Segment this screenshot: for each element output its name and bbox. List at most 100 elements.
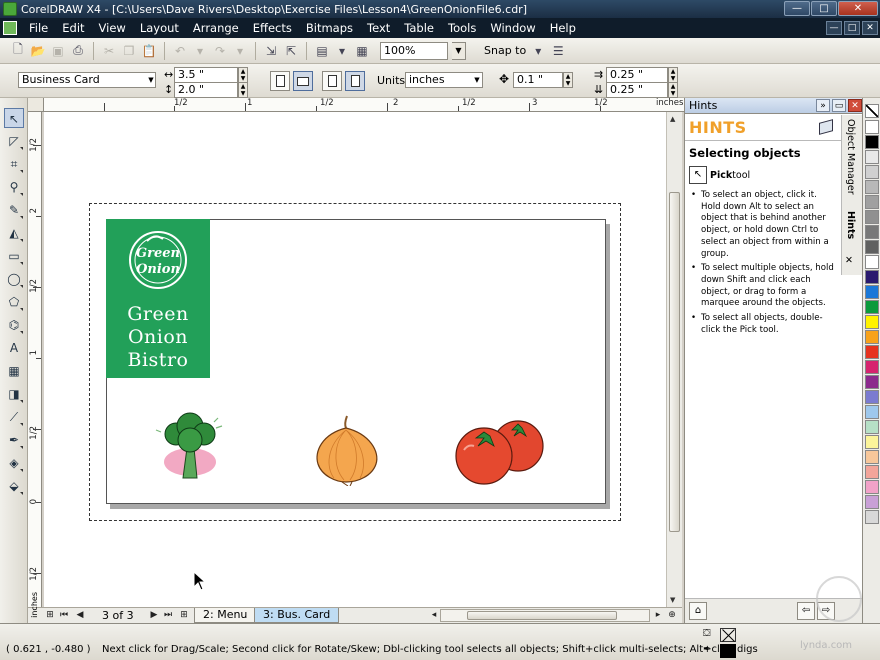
menu-view[interactable]: View xyxy=(93,21,134,35)
shape-tool-icon[interactable]: ◸ xyxy=(4,131,24,151)
open-folder-icon[interactable]: 📂 xyxy=(30,43,46,59)
basic-shapes-tool-icon[interactable]: ⌬ xyxy=(4,315,24,335)
paper-type-select[interactable]: Business Card xyxy=(18,72,156,88)
menu-text[interactable]: Text xyxy=(361,21,398,35)
menu-edit[interactable]: Edit xyxy=(56,21,92,35)
dup-x-spinner-icon[interactable]: ▲ ▼ xyxy=(668,67,678,83)
cut-icon[interactable]: ✂ xyxy=(101,43,117,59)
palette-swatch[interactable] xyxy=(865,300,879,314)
duplicate-x-field[interactable]: 0.25 " xyxy=(606,67,668,83)
menu-layout[interactable]: Layout xyxy=(134,21,187,35)
menu-bitmaps[interactable]: Bitmaps xyxy=(300,21,361,35)
height-spinner-icon[interactable]: ▲ ▼ xyxy=(238,82,248,98)
smart-fill-tool-icon[interactable]: ◭ xyxy=(4,223,24,243)
import-icon[interactable]: ⇲ xyxy=(263,43,279,59)
new-document-icon[interactable]: 🗋 xyxy=(10,42,26,59)
menu-file[interactable]: File xyxy=(23,21,56,35)
scroll-right-icon[interactable]: ▸ xyxy=(652,609,664,622)
palette-swatch[interactable] xyxy=(865,195,879,209)
snap-to-menu[interactable]: Snap to xyxy=(484,44,526,57)
scroll-down-icon[interactable]: ▼ xyxy=(670,596,675,604)
next-page-icon[interactable]: ▶ xyxy=(148,609,160,622)
tab-object-manager[interactable]: Object Manager xyxy=(845,119,856,195)
docker-minimize-icon[interactable]: ▭ xyxy=(832,99,846,112)
text-tool-icon[interactable]: A xyxy=(4,338,24,358)
launcher-dropdown-icon[interactable]: ▾ xyxy=(334,43,350,59)
redo-dropdown-icon[interactable]: ▾ xyxy=(232,43,248,59)
close-button[interactable]: ✕ xyxy=(838,1,878,16)
page-add-after-icon[interactable]: ⊞ xyxy=(178,609,190,622)
palette-swatch[interactable] xyxy=(865,495,879,509)
palette-swatch[interactable] xyxy=(865,345,879,359)
zoom-tool-icon[interactable]: ⚲ xyxy=(4,177,24,197)
tomatoes-illustration[interactable] xyxy=(448,416,548,486)
outline-tool-icon[interactable]: ✒ xyxy=(4,430,24,450)
palette-swatch[interactable] xyxy=(865,450,879,464)
onion-illustration[interactable] xyxy=(312,412,382,486)
hints-book-icon[interactable] xyxy=(819,119,833,135)
doc-close-button[interactable]: ✕ xyxy=(862,21,878,35)
palette-swatch[interactable] xyxy=(865,405,879,419)
palette-swatch[interactable] xyxy=(865,180,879,194)
page-tab-bus-card[interactable]: 3: Bus. Card xyxy=(254,608,340,623)
interactive-fill-tool-icon[interactable]: ⬙ xyxy=(4,476,24,496)
width-spinner-icon[interactable]: ▲ ▼ xyxy=(238,67,248,83)
palette-swatch[interactable] xyxy=(865,465,879,479)
palette-swatch[interactable] xyxy=(865,315,879,329)
portrait-button[interactable] xyxy=(270,71,290,91)
no-color-swatch[interactable] xyxy=(865,104,879,118)
docker-collapse-icon[interactable]: » xyxy=(816,99,830,112)
navigator-zoom-icon[interactable]: ⊕ xyxy=(666,609,678,622)
horizontal-scrollbar[interactable] xyxy=(440,609,650,622)
palette-swatch[interactable] xyxy=(865,360,879,374)
drawing-canvas[interactable]: Green Onion Green Onion Bistro xyxy=(44,112,666,607)
palette-swatch[interactable] xyxy=(865,150,879,164)
palette-swatch[interactable] xyxy=(865,510,879,524)
vertical-scroll-thumb[interactable] xyxy=(669,192,680,532)
nudge-distance-field[interactable]: 0.1 " xyxy=(513,72,563,88)
pick-tool-icon[interactable]: ↖ xyxy=(4,108,24,128)
paste-icon[interactable]: 📋 xyxy=(141,43,157,59)
horizontal-ruler[interactable]: 1/2 1 1/2 2 1/2 3 1/2 inches xyxy=(44,98,684,112)
page-tab-menu[interactable]: 2: Menu xyxy=(194,608,257,623)
coreldraw-app-icon[interactable] xyxy=(3,2,17,16)
vertical-scrollbar[interactable]: ▲ ▼ xyxy=(666,112,682,607)
previous-page-icon[interactable]: ◀ xyxy=(74,609,86,622)
zoom-dropdown-icon[interactable]: ▼ xyxy=(452,41,466,60)
rectangle-tool-icon[interactable]: ▭ xyxy=(4,246,24,266)
print-icon[interactable]: ⎙ xyxy=(70,43,86,59)
ruler-origin[interactable] xyxy=(28,98,44,112)
minimize-button[interactable]: — xyxy=(784,1,810,16)
paper-type-dropdown-icon[interactable]: ▼ xyxy=(146,73,156,87)
palette-swatch[interactable] xyxy=(865,480,879,494)
palette-swatch[interactable] xyxy=(865,240,879,254)
palette-swatch[interactable] xyxy=(865,375,879,389)
copy-icon[interactable]: ❐ xyxy=(121,43,137,59)
current-page-button[interactable] xyxy=(345,71,365,91)
doc-minimize-button[interactable]: — xyxy=(826,21,842,35)
menu-help[interactable]: Help xyxy=(544,21,584,35)
docker-tab-close-icon[interactable]: ✕ xyxy=(845,255,853,266)
landscape-button[interactable] xyxy=(293,71,313,91)
palette-swatch[interactable] xyxy=(865,135,879,149)
paper-height-field[interactable]: 2.0 " xyxy=(174,82,238,98)
redo-icon[interactable]: ↷ xyxy=(212,43,228,59)
options-icon[interactable]: ☰ xyxy=(550,43,566,59)
palette-swatch[interactable] xyxy=(865,270,879,284)
undo-icon[interactable]: ↶ xyxy=(172,43,188,59)
palette-swatch[interactable] xyxy=(865,255,879,269)
palette-swatch[interactable] xyxy=(865,165,879,179)
doc-restore-button[interactable]: □ xyxy=(844,21,860,35)
scroll-up-icon[interactable]: ▲ xyxy=(670,115,675,123)
document-icon[interactable] xyxy=(3,21,17,35)
palette-swatch[interactable] xyxy=(865,210,879,224)
last-page-icon[interactable]: ⏭ xyxy=(162,609,174,622)
eyedropper-tool-icon[interactable]: ⟋ xyxy=(4,407,24,427)
menu-tools[interactable]: Tools xyxy=(442,21,484,35)
dup-y-spinner-icon[interactable]: ▲ ▼ xyxy=(668,82,678,98)
units-dropdown-icon[interactable]: ▼ xyxy=(472,73,482,87)
snap-to-dropdown-icon[interactable]: ▾ xyxy=(530,43,546,59)
palette-swatch[interactable] xyxy=(865,120,879,134)
welcome-screen-icon[interactable]: ▦ xyxy=(354,43,370,59)
polygon-tool-icon[interactable]: ⬠ xyxy=(4,292,24,312)
